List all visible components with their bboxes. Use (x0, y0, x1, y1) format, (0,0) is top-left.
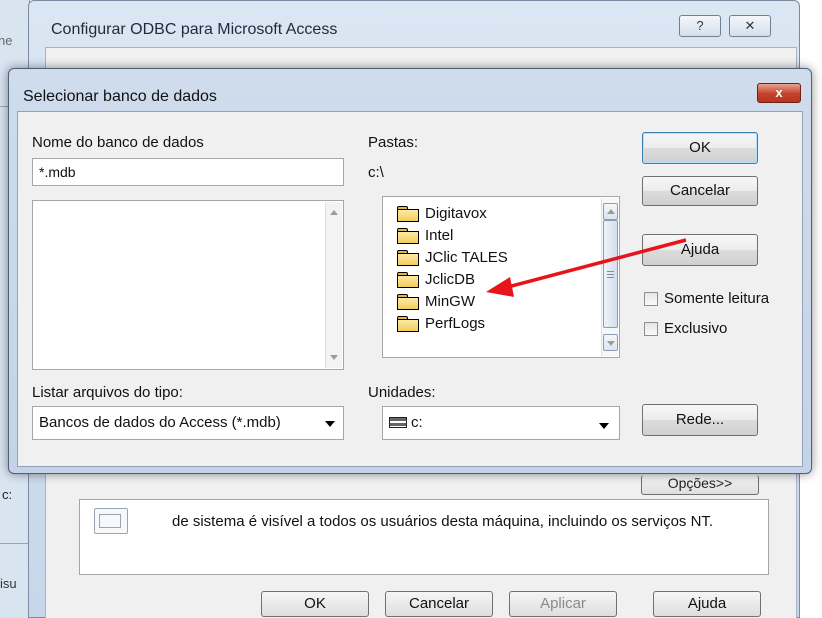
file-type-label: Listar arquivos do tipo: (32, 384, 183, 401)
scroll-up-icon[interactable] (330, 210, 338, 215)
folder-list-scrollbar[interactable] (601, 198, 618, 356)
folder-list[interactable]: Digitavox Intel JClic TALES JclicDB MinG… (382, 196, 620, 358)
help-button[interactable]: Ajuda (642, 234, 758, 266)
folder-item[interactable]: MinGW (397, 291, 475, 311)
ok-button[interactable]: OK (642, 132, 758, 164)
odbc-help-bottom-button[interactable]: Ajuda (653, 591, 761, 617)
network-button[interactable]: Rede... (642, 404, 758, 436)
drive-value: c: (411, 414, 423, 431)
odbc-ok-button[interactable]: OK (261, 591, 369, 617)
dialog-body: Nome do banco de dados *.mdb Pastas: c:\… (17, 111, 803, 467)
folder-icon (397, 249, 419, 266)
current-path: c:\ (368, 164, 384, 181)
background-text-fragment: c: (2, 487, 13, 502)
checkbox-box[interactable] (644, 321, 658, 336)
exclusive-label: Exclusivo (664, 320, 728, 337)
odbc-close-button[interactable]: ✕ (729, 15, 771, 37)
scroll-up-icon (607, 209, 615, 214)
grip-line (607, 274, 614, 275)
odbc-apply-button[interactable]: Aplicar (509, 591, 617, 617)
dialog-title: Selecionar banco de dados (23, 88, 217, 105)
scroll-down-icon[interactable] (330, 355, 338, 360)
folder-icon (397, 227, 419, 244)
folder-icon (397, 315, 419, 332)
file-list-scrollbar[interactable] (325, 202, 342, 368)
folder-item[interactable]: JClic TALES (397, 247, 508, 267)
info-text: de sistema é visível a todos os usuários… (172, 513, 714, 530)
scroll-down-button[interactable] (603, 334, 618, 351)
folders-label: Pastas: (368, 134, 419, 151)
scroll-down-icon (607, 341, 615, 346)
chevron-down-icon[interactable] (325, 421, 335, 427)
chevron-down-icon[interactable] (599, 423, 609, 429)
select-database-dialog: Selecionar banco de dados x Nome do banc… (8, 68, 812, 474)
background-divider (0, 543, 30, 544)
folder-icon (397, 271, 419, 288)
scroll-up-button[interactable] (603, 203, 618, 220)
drives-label: Unidades: (368, 384, 436, 401)
odbc-window-title: Configurar ODBC para Microsoft Access (51, 21, 338, 38)
read-only-checkbox[interactable]: Somente leitura (644, 290, 769, 307)
database-name-input[interactable]: *.mdb (32, 158, 344, 186)
drive-select[interactable]: c: (382, 406, 620, 440)
database-name-label: Nome do banco de dados (32, 134, 204, 151)
file-type-select[interactable]: Bancos de dados do Access (*.mdb) (32, 406, 344, 440)
drive-icon (389, 417, 407, 428)
folder-item[interactable]: JclicDB (397, 269, 475, 289)
checkbox-box[interactable] (644, 291, 658, 306)
folder-icon (397, 293, 419, 310)
exclusive-checkbox[interactable]: Exclusivo (644, 320, 727, 337)
computer-icon (94, 508, 128, 534)
info-panel: de sistema é visível a todos os usuários… (79, 499, 769, 575)
dialog-close-button[interactable]: x (757, 83, 801, 103)
background-text-fragment: ne (0, 33, 13, 48)
folder-item[interactable]: Intel (397, 225, 453, 245)
odbc-cancel-button[interactable]: Cancelar (385, 591, 493, 617)
scroll-thumb[interactable] (603, 220, 618, 328)
background-text-fragment: isu (0, 576, 17, 591)
grip-line (607, 277, 614, 278)
odbc-help-button[interactable]: ? (679, 15, 721, 37)
folder-item[interactable]: PerfLogs (397, 313, 485, 333)
file-list[interactable] (32, 200, 344, 370)
file-type-value: Bancos de dados do Access (*.mdb) (39, 414, 281, 431)
grip-line (607, 271, 614, 272)
read-only-label: Somente leitura (664, 290, 770, 307)
options-button[interactable]: Opções>> (641, 475, 759, 495)
cancel-button[interactable]: Cancelar (642, 176, 758, 206)
folder-item[interactable]: Digitavox (397, 203, 487, 223)
folder-icon (397, 205, 419, 222)
